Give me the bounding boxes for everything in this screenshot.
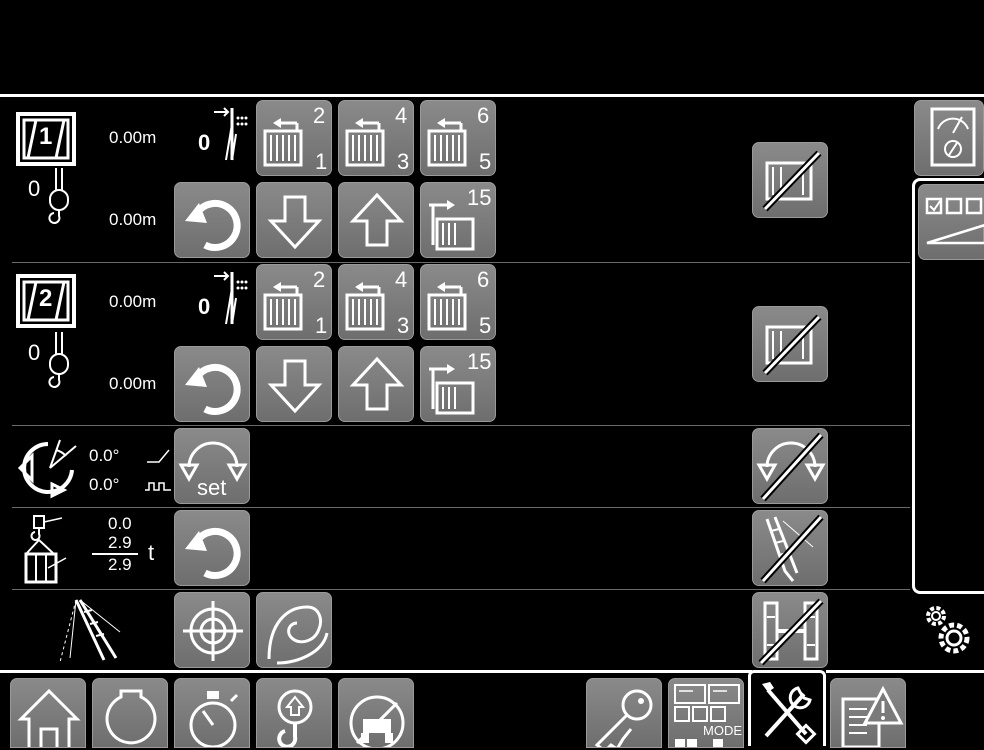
winch2-feed-label: 15 (467, 349, 492, 374)
winch2-number: 2 (39, 285, 53, 312)
winch2-reeve-b-top: 4 (395, 267, 408, 292)
winch1-number: 1 (39, 123, 53, 150)
load-reset-button[interactable] (174, 510, 250, 586)
winch2-length-top: 0.00m (109, 292, 157, 311)
meter-button[interactable] (914, 100, 984, 176)
load-icon (22, 514, 86, 586)
crane-disabled-button[interactable] (338, 678, 414, 748)
winch1-layer-count: 0 (198, 130, 211, 155)
winch1-reeve-c-bottom: 5 (479, 149, 492, 174)
load-value-3: 2.9 (108, 555, 132, 574)
boom-icon (56, 596, 126, 668)
tools-button[interactable] (754, 676, 820, 745)
slew-set-label: set (197, 475, 227, 500)
outrigger-disable-button[interactable] (752, 592, 828, 668)
slew-set-button[interactable]: set (174, 428, 250, 504)
separator-4 (12, 589, 910, 590)
step-mode-icon (143, 478, 173, 494)
winch2-reeve-a-top: 2 (313, 267, 326, 292)
winch2-hook-icon (44, 332, 74, 388)
winch1-count: 0 (28, 176, 41, 201)
winch2-raise-button[interactable] (338, 346, 414, 422)
stopwatch-button[interactable] (174, 678, 250, 748)
winch2-disable-button[interactable] (752, 306, 828, 382)
load-unit: t (148, 540, 155, 565)
warning-document-button[interactable] (830, 678, 906, 748)
home-button[interactable] (10, 678, 86, 748)
header-line (0, 94, 984, 97)
spiral-button[interactable] (256, 592, 332, 668)
slew-disable-button[interactable] (752, 428, 828, 504)
winch1-reeve-b-top: 4 (395, 103, 408, 128)
winch1-feed-button[interactable]: 15 (420, 182, 496, 258)
mode-label: MODE (703, 723, 742, 738)
winch1-reeve-5-6-button[interactable]: 6 5 (420, 100, 496, 176)
winch2-layer-count: 0 (198, 294, 211, 319)
winch2-reeve-c-top: 6 (477, 267, 490, 292)
engine-button[interactable] (92, 678, 168, 748)
winch1-reeve-c-top: 6 (477, 103, 490, 128)
load-value-2: 2.9 (108, 533, 132, 552)
winch2-reeve-b-bottom: 3 (397, 313, 410, 338)
winch2-reeve-a-bottom: 1 (315, 313, 328, 338)
header-bar (0, 0, 984, 94)
separator-1 (12, 262, 910, 263)
winch1-reset-button[interactable] (174, 182, 250, 258)
winch1-feed-label: 15 (467, 185, 492, 210)
mode-button[interactable]: MODE (668, 678, 744, 748)
slew-angle-1: 0.0° (89, 446, 120, 465)
winch2-count: 0 (28, 340, 41, 365)
gear-icon[interactable] (916, 598, 976, 662)
winch1-hook-icon (44, 168, 74, 224)
winch1-raise-button[interactable] (338, 182, 414, 258)
winch2-reset-button[interactable] (174, 346, 250, 422)
winch1-lower-button[interactable] (256, 182, 332, 258)
winch1-rope-layer-icon (212, 104, 252, 164)
hook-button[interactable] (256, 678, 332, 748)
winch1-drum-icon: 1 (14, 108, 84, 170)
winch2-drum-icon: 2 (14, 270, 84, 332)
target-button[interactable] (174, 592, 250, 668)
winch2-feed-button[interactable]: 15 (420, 346, 496, 422)
winch1-length-top: 0.00m (109, 128, 157, 147)
winch1-reeve-b-bottom: 3 (397, 149, 410, 174)
winch1-reeve-a-top: 2 (313, 103, 326, 128)
winch1-length-bottom: 0.00m (109, 210, 157, 229)
winch1-reeve-1-2-button[interactable]: 2 1 (256, 100, 332, 176)
separator-2 (12, 425, 910, 426)
slew-icon (16, 432, 86, 502)
bottom-bar-line (0, 670, 752, 673)
winch2-reeve-1-2-button[interactable]: 2 1 (256, 264, 332, 340)
boom-disable-button[interactable] (752, 510, 828, 586)
winch2-length-bottom: 0.00m (109, 374, 157, 393)
ramp-mode-icon (145, 446, 171, 464)
slew-angle-2: 0.0° (89, 475, 120, 494)
winch2-lower-button[interactable] (256, 346, 332, 422)
winch1-reeve-3-4-button[interactable]: 4 3 (338, 100, 414, 176)
load-value-1: 0.0 (108, 514, 132, 533)
key-button[interactable] (586, 678, 662, 748)
winch2-reeve-3-4-button[interactable]: 4 3 (338, 264, 414, 340)
separator-3 (12, 507, 910, 508)
winch1-disable-button[interactable] (752, 142, 828, 218)
winch2-reeve-c-bottom: 5 (479, 313, 492, 338)
bottom-bar-line-right (826, 670, 984, 673)
winch2-rope-layer-icon (212, 268, 252, 328)
winch1-reeve-a-bottom: 1 (315, 149, 328, 174)
winch2-reeve-5-6-button[interactable]: 6 5 (420, 264, 496, 340)
ramp-settings-button[interactable] (918, 184, 984, 260)
